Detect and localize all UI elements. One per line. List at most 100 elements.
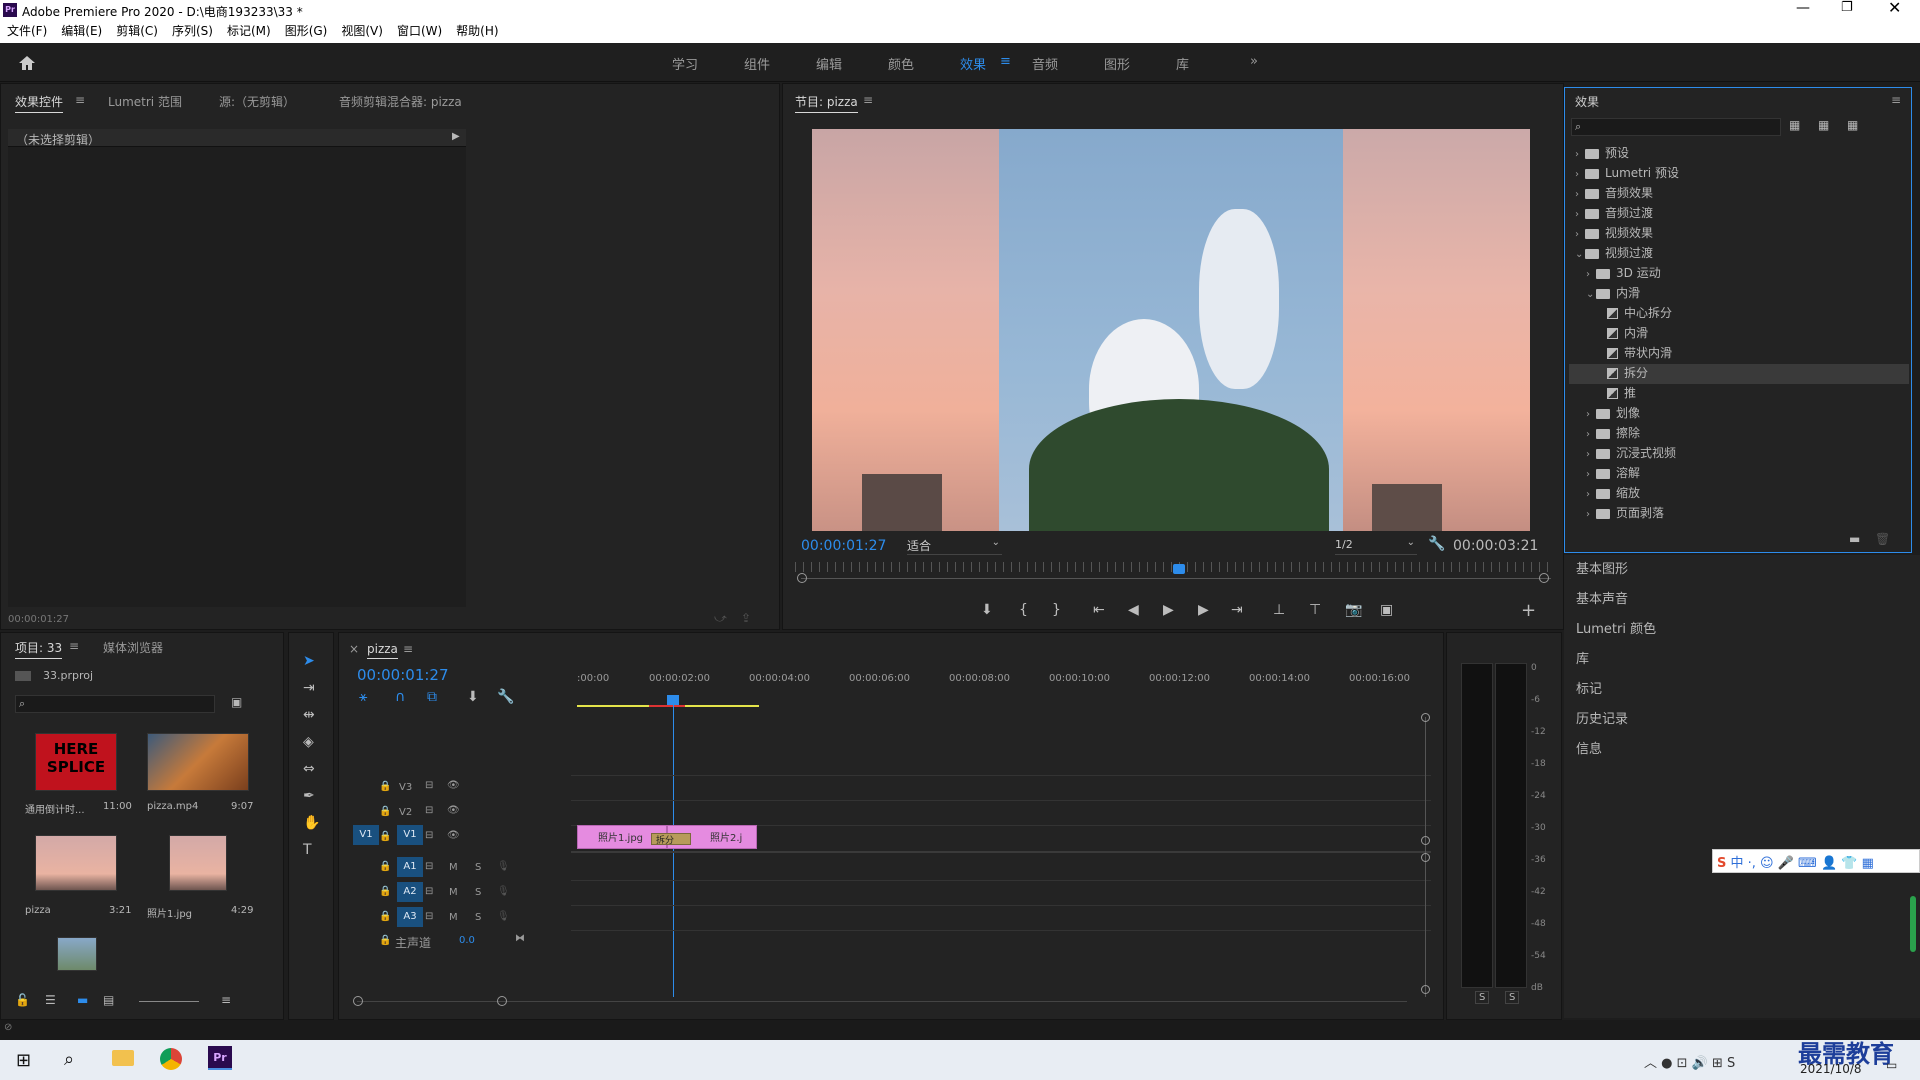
thumb-photo1[interactable] [169,835,227,891]
side-panel-markers[interactable]: 标记 [1576,678,1602,697]
accelerated-effects-icon[interactable]: ▦ [1789,118,1800,132]
sync-lock-icon[interactable]: ⊟ [425,805,433,816]
workspace-learn[interactable]: 学习 [672,54,698,73]
chevron-right-icon[interactable]: › [1586,409,1596,420]
tab-sequence[interactable]: pizza [367,642,398,659]
slip-tool-icon[interactable]: ⇔ [303,761,315,777]
effects-tree-item[interactable]: › 划像 [1569,404,1909,424]
thumb-pizza-sequence[interactable] [35,835,117,891]
yuv-effects-icon[interactable]: ▦ [1847,118,1858,132]
track-target-a3[interactable]: A3 [397,907,423,927]
eye-icon[interactable]: 👁 [447,805,460,816]
minimize-button[interactable]: — [1796,0,1810,16]
workspace-libraries[interactable]: 库 [1176,54,1189,73]
new-bin-icon[interactable]: ▬ [1849,532,1860,546]
solo-right-button[interactable]: S [1505,991,1520,1004]
menu-help[interactable]: 帮助(H) [449,20,505,43]
solo-button[interactable]: S [475,912,481,923]
effects-menu-icon[interactable]: ≡ [1891,93,1901,107]
chevron-right-icon[interactable]: › [1586,469,1596,480]
effects-tree-item[interactable]: ⌄ 内滑 [1569,284,1909,304]
step-forward-icon[interactable]: ▶ [1198,602,1209,618]
workspace-audio[interactable]: 音频 [1032,54,1058,73]
timeline-settings-icon[interactable]: 🔧 [497,689,514,705]
effects-tree-item[interactable]: › 预设 [1569,144,1909,164]
chevron-right-icon[interactable]: › [1575,169,1585,180]
type-tool-icon[interactable]: T [303,842,312,858]
sync-lock-icon[interactable]: ⊟ [425,886,433,897]
effects-tree-item[interactable]: 中心拆分 [1569,304,1909,324]
32bit-effects-icon[interactable]: ▦ [1818,118,1829,132]
export-frame-icon[interactable]: ⤻ [714,611,727,626]
project-search-input[interactable]: ⌕ [15,695,215,713]
chevron-down-icon[interactable]: ⌄ [1575,249,1585,260]
ime-toolbar[interactable]: S 中 ·, ☺ 🎤 ⌨ 👤 👕 ▦ [1712,849,1920,873]
master-track-value[interactable]: 0.0 [459,935,475,946]
quality-dropdown[interactable]: 1/2 ⌄ [1335,537,1417,555]
lock-icon[interactable]: 🔒 [379,886,391,897]
tab-project[interactable]: 项目: 33 [15,639,63,659]
workspace-color[interactable]: 颜色 [888,54,914,73]
effects-tree-item[interactable]: › 溶解 [1569,464,1909,484]
more-workspaces-icon[interactable]: » [1250,54,1258,69]
snap-icon[interactable]: ∩ [395,689,405,705]
windows-start-icon[interactable]: ⊞ [16,1050,31,1071]
new-search-bin-icon[interactable]: ▣ [231,695,242,709]
add-button-icon[interactable]: + [1521,600,1536,621]
workspace-menu-icon[interactable]: ≡ [1000,54,1011,69]
workspace-graphics[interactable]: 图形 [1104,54,1130,73]
fit-dropdown[interactable]: 适合 ⌄ [907,537,1002,555]
sync-lock-icon[interactable]: ⊟ [425,911,433,922]
timeline-menu-icon[interactable]: ≡ [403,642,413,656]
solo-button[interactable]: S [475,887,481,898]
camera-icon[interactable]: 📷 [1345,602,1362,618]
thumbnail-size-slider[interactable] [139,1001,199,1002]
thumb-photo2[interactable] [57,937,97,971]
effects-tree-item[interactable]: › 视频效果 [1569,224,1909,244]
microphone-icon[interactable]: 🎙 [497,886,510,897]
effects-tree-item[interactable]: › 音频效果 [1569,184,1909,204]
extract-icon[interactable]: ⊤ [1309,602,1321,618]
source-patch-v1[interactable]: V1 [353,825,379,845]
effects-tree-item[interactable]: 拆分 [1569,364,1909,384]
effects-tree-item[interactable]: ⌄ 视频过渡 [1569,244,1909,264]
program-menu-icon[interactable]: ≡ [863,93,873,107]
chevron-right-icon[interactable]: › [1575,229,1585,240]
timeline-ruler[interactable]: :00:00 00:00:02:00 00:00:04:00 00:00:06:… [577,673,1427,707]
program-playhead[interactable] [1173,564,1185,574]
project-menu-icon[interactable]: ≡ [69,639,79,653]
nest-icon[interactable]: ⚹ [359,689,367,705]
zoom-handle-right[interactable] [1539,573,1549,583]
program-monitor-title[interactable]: 节目: pizza [795,93,858,113]
menu-graphics[interactable]: 图形(G) [278,20,335,43]
effects-tree-item[interactable]: › 页面剥落 [1569,504,1909,524]
compare-view-icon[interactable]: ▣ [1380,602,1393,618]
track-target-a2[interactable]: A2 [397,882,423,902]
program-timecode[interactable]: 00:00:01:27 [801,538,886,554]
chevron-right-icon[interactable]: › [1586,449,1596,460]
list-view-icon[interactable]: ☰ [45,993,56,1007]
scroll-handle[interactable] [1421,836,1430,845]
chrome-icon[interactable] [160,1048,182,1070]
mute-button[interactable]: M [449,862,458,873]
effects-tree-item[interactable]: 内滑 [1569,324,1909,344]
scroll-handle[interactable] [1421,853,1430,862]
menu-marker[interactable]: 标记(M) [220,20,278,43]
eye-icon[interactable]: 👁 [447,830,460,841]
mute-button[interactable]: M [449,912,458,923]
search-icon[interactable]: ⌕ [64,1049,74,1070]
play-arrow-icon[interactable]: ▶ [452,131,460,142]
maximize-button[interactable]: ❐ [1841,0,1853,15]
workspace-effects[interactable]: 效果 [960,54,986,73]
side-panel-libraries[interactable]: 库 [1576,648,1589,667]
freeform-view-icon[interactable]: ▤ [103,993,114,1007]
menu-file[interactable]: 文件(F) [0,20,54,43]
side-panel-essential-graphics[interactable]: 基本图形 [1576,558,1628,577]
premiere-taskbar-icon[interactable]: Pr [208,1046,232,1070]
chevron-right-icon[interactable]: › [1586,509,1596,520]
horizontal-zoom-scrollbar[interactable] [357,1001,1407,1002]
eye-icon[interactable]: 👁 [447,780,460,791]
effects-tree-item[interactable]: › 音频过渡 [1569,204,1909,224]
lock-icon[interactable]: 🔒 [379,861,391,872]
side-panel-essential-sound[interactable]: 基本声音 [1576,588,1628,607]
